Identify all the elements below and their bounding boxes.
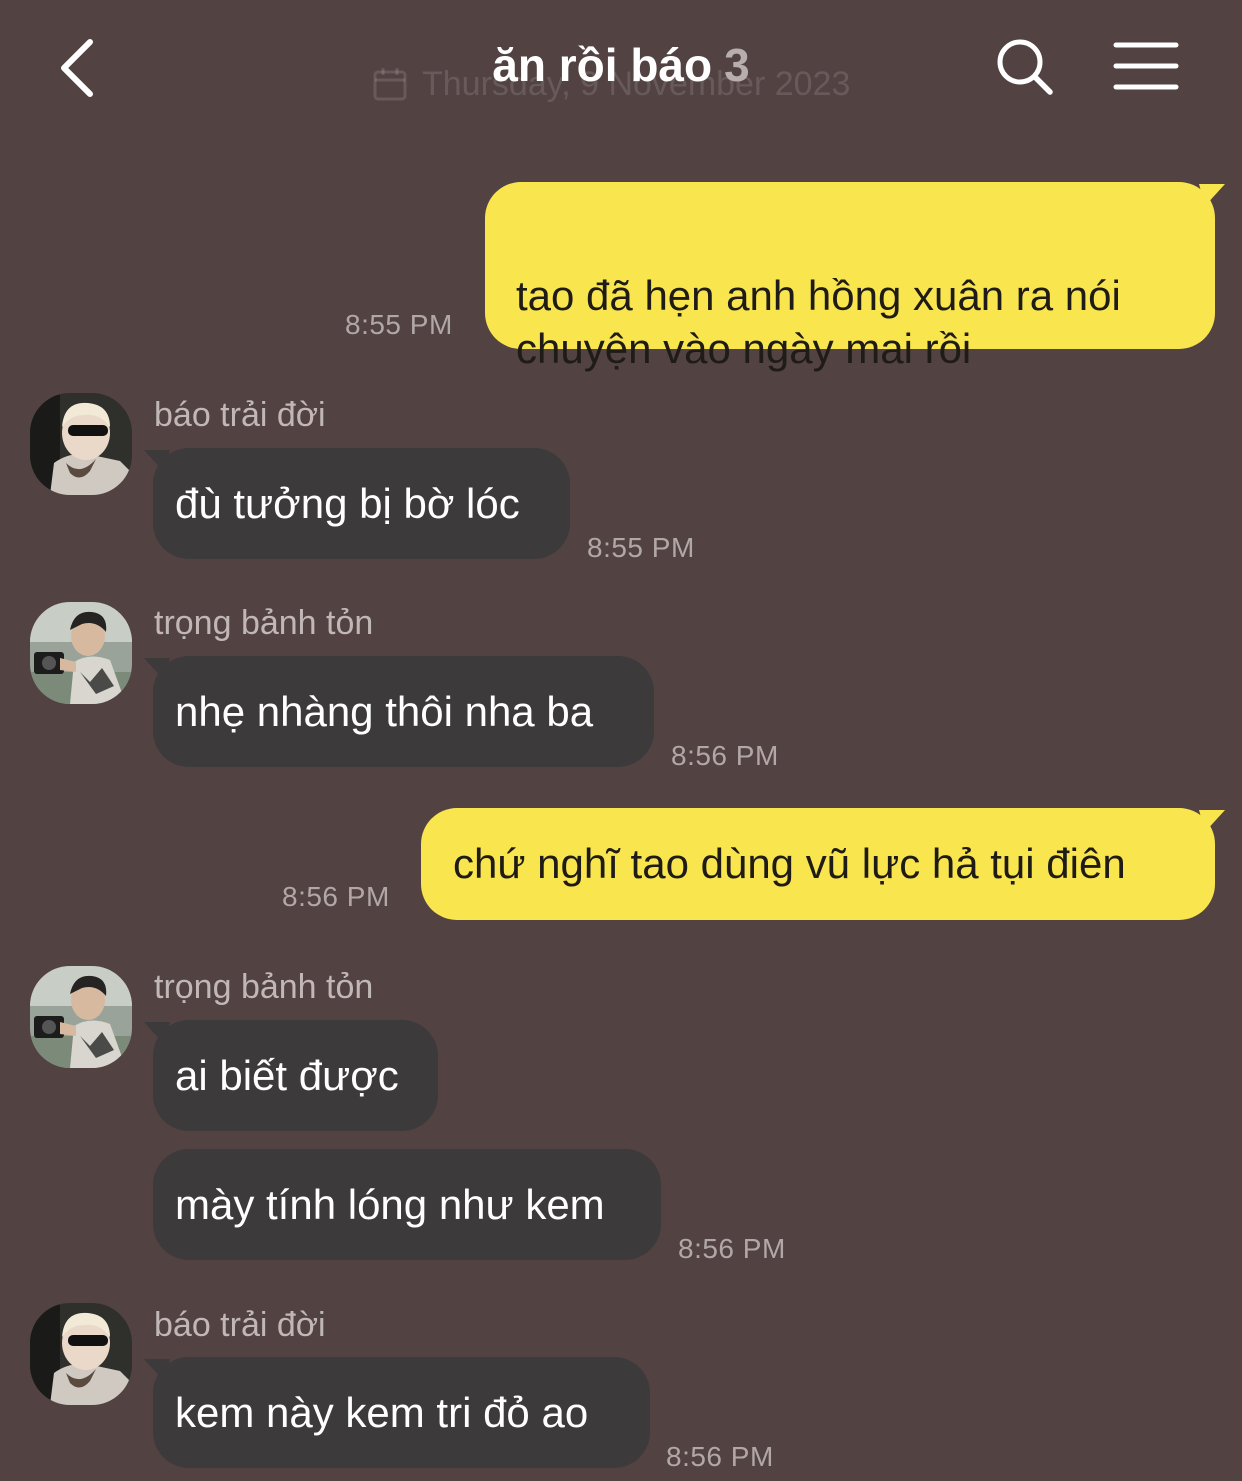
sender-name: báo trải đời — [154, 1306, 326, 1344]
message-text: nhẹ nhàng thôi nha ba — [175, 688, 594, 735]
avatar[interactable] — [30, 966, 132, 1068]
message-text: ai biết được — [175, 1052, 399, 1099]
bubble-tail — [144, 658, 170, 680]
avatar[interactable] — [30, 602, 132, 704]
outgoing-message-bubble[interactable]: chứ nghĩ tao dùng vũ lực hả tụi điên — [421, 808, 1215, 920]
sender-name: trọng bảnh tỏn — [154, 604, 374, 642]
avatar[interactable] — [30, 1303, 132, 1405]
message-text: kem này kem tri đỏ ao — [175, 1389, 589, 1436]
message-text: tao đã hẹn anh hồng xuân ra nói chuyện v… — [516, 272, 1121, 372]
message-time: 8:56 PM — [666, 1441, 774, 1472]
sender-name: báo trải đời — [154, 396, 326, 434]
message-text: đù tưởng bị bờ lóc — [175, 480, 520, 527]
bubble-tail — [144, 1359, 170, 1381]
search-button[interactable] — [994, 36, 1056, 98]
bubble-tail — [1199, 184, 1225, 206]
message-time: 8:56 PM — [282, 881, 390, 912]
incoming-message-bubble[interactable]: kem này kem tri đỏ ao — [153, 1357, 650, 1468]
outgoing-message-bubble[interactable]: tao đã hẹn anh hồng xuân ra nói chuyện v… — [485, 182, 1215, 372]
message-text: mày tính lóng như kem — [175, 1181, 605, 1228]
menu-button[interactable] — [1112, 40, 1182, 92]
search-icon — [997, 39, 1053, 95]
message-time: 8:55 PM — [587, 532, 695, 563]
incoming-message-bubble[interactable]: đù tưởng bị bờ lóc — [153, 448, 570, 559]
chat-header: Thursday, 9 November 2023 ăn rồi báo 3 — [0, 0, 1242, 140]
hamburger-menu-icon — [1113, 42, 1179, 90]
bubble-tail — [144, 1022, 170, 1044]
message-time: 8:55 PM — [345, 309, 453, 340]
member-count: 3 — [724, 39, 750, 91]
incoming-message-bubble[interactable]: nhẹ nhàng thôi nha ba — [153, 656, 654, 767]
avatar[interactable] — [30, 393, 132, 495]
message-time: 8:56 PM — [671, 740, 779, 771]
incoming-message-bubble[interactable]: mày tính lóng như kem — [153, 1149, 661, 1260]
bubble-tail — [144, 450, 170, 472]
incoming-message-bubble[interactable]: ai biết được — [153, 1020, 438, 1131]
chat-title-text: ăn rồi báo — [492, 39, 713, 91]
message-time: 8:56 PM — [678, 1233, 786, 1264]
sender-name: trọng bảnh tỏn — [154, 968, 374, 1006]
message-text: chứ nghĩ tao dùng vũ lực hả tụi điên — [453, 840, 1126, 887]
bubble-tail — [1199, 810, 1225, 832]
